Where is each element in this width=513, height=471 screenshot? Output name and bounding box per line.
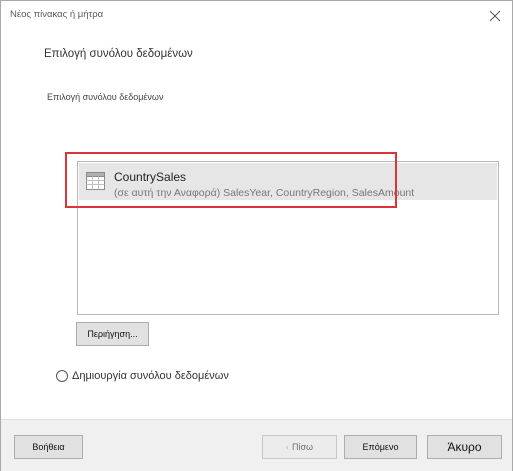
back-arrow-icon: ‹ xyxy=(285,442,289,452)
page-heading: Επιλογή συνόλου δεδομένων xyxy=(44,48,193,60)
dialog-content: Επιλογή συνόλου δεδομένων Επιλογή συνόλο… xyxy=(1,31,512,419)
back-button-label: Πίσω xyxy=(291,442,314,452)
close-icon xyxy=(489,10,501,22)
cancel-button[interactable]: Άκυρο xyxy=(427,435,502,459)
table-icon xyxy=(86,172,105,190)
title-bar: Νέος πίνακας ή μήτρα xyxy=(1,1,512,31)
next-button[interactable]: Επόμενο xyxy=(344,435,417,459)
new-table-matrix-dialog: Νέος πίνακας ή μήτρα Επιλογή συνόλου δεδ… xyxy=(0,0,513,471)
browse-button[interactable]: Περιήγηση... xyxy=(76,322,149,346)
dialog-title: Νέος πίνακας ή μήτρα xyxy=(10,9,104,20)
create-dataset-radio[interactable] xyxy=(56,370,68,382)
dataset-description: (σε αυτή την Αναφορά) SalesYear, Country… xyxy=(114,187,415,199)
dataset-choose-label: Επιλογή συνόλου δεδομένων xyxy=(47,92,164,102)
create-dataset-option[interactable]: Δημιουργία συνόλου δεδομένων xyxy=(56,370,229,382)
help-button[interactable]: Βοήθεια xyxy=(14,435,83,459)
dataset-name: CountrySales xyxy=(114,170,187,184)
back-button[interactable]: ‹ Πίσω xyxy=(262,435,337,459)
create-dataset-label: Δημιουργία συνόλου δεδομένων xyxy=(72,370,229,382)
dataset-item-countrysales[interactable]: CountrySales (σε αυτή την Αναφορά) Sales… xyxy=(79,163,497,200)
dialog-footer: Βοήθεια ‹ Πίσω Επόμενο Άκυρο xyxy=(1,419,512,471)
close-button[interactable] xyxy=(484,5,506,27)
dataset-list[interactable]: CountrySales (σε αυτή την Αναφορά) Sales… xyxy=(77,161,499,315)
